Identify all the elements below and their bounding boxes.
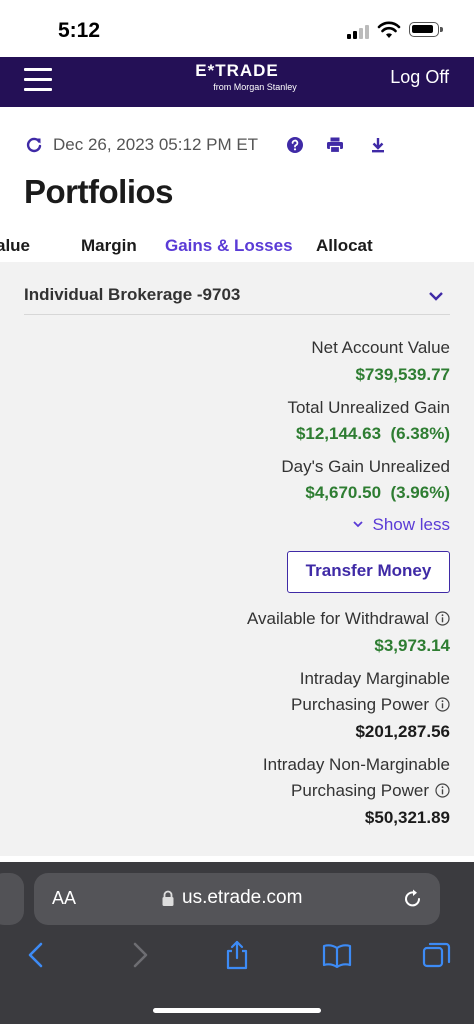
available-withdrawal-row: Available for Withdrawal [247, 609, 450, 629]
battery-icon [409, 22, 443, 37]
text-size-button[interactable]: AA [52, 888, 76, 909]
transfer-money-button[interactable]: Transfer Money [287, 551, 450, 593]
intraday-marginable-value: $201,287.56 [355, 722, 450, 741]
safari-toolbar: AA us.etrade.com [0, 862, 474, 1024]
help-icon[interactable] [286, 136, 304, 154]
cellular-signal-icon [347, 24, 371, 39]
status-time: 5:12 [58, 19, 101, 42]
back-icon[interactable] [22, 940, 52, 970]
bookmarks-icon[interactable] [322, 940, 352, 970]
account-selector[interactable]: Individual Brokerage -9703 [24, 272, 450, 315]
tabs-icon[interactable] [422, 940, 452, 970]
lock-icon [162, 890, 174, 906]
tab-margin[interactable]: Margin [81, 236, 137, 256]
account-summary-panel: Individual Brokerage -9703 Net Account V… [0, 262, 474, 856]
forward-icon[interactable] [124, 940, 154, 970]
safari-nav-row [0, 940, 474, 974]
show-less-label: Show less [372, 515, 450, 534]
page-title: Portfolios [24, 173, 174, 210]
print-icon[interactable] [326, 136, 344, 154]
url-text: us.etrade.com [182, 887, 303, 908]
intraday-marginable-row: Purchasing Power [291, 695, 450, 715]
share-icon[interactable] [222, 940, 252, 970]
home-indicator[interactable] [153, 1008, 321, 1013]
reload-icon[interactable] [402, 888, 424, 910]
total-unrealized-gain-label: Total Unrealized Gain [287, 398, 450, 417]
intraday-marginable-label-line1: Intraday Marginable [299, 669, 450, 688]
intraday-nonmarginable-label-line2: Purchasing Power [291, 781, 429, 800]
account-name: Individual Brokerage -9703 [24, 285, 241, 304]
net-account-value: $739,539.77 [355, 365, 450, 384]
available-withdrawal-label: Available for Withdrawal [246, 609, 429, 628]
days-gain-label: Day's Gain Unrealized [281, 457, 450, 476]
tab-allocation[interactable]: Allocat [316, 236, 373, 256]
net-account-value-label: Net Account Value [311, 338, 450, 357]
info-icon[interactable] [435, 697, 450, 712]
total-unrealized-gain-value: $12,144.63 (6.38%) [295, 424, 450, 443]
app-header: E*TRADE from Morgan Stanley Log Off [0, 57, 474, 107]
log-off-link[interactable]: Log Off [390, 67, 449, 88]
show-less-toggle[interactable]: Show less [352, 515, 450, 535]
chevron-down-icon [352, 521, 363, 528]
wifi-icon [377, 21, 401, 38]
intraday-nonmarginable-label-line1: Intraday Non-Marginable [262, 755, 450, 774]
available-withdrawal-value: $3,973.14 [374, 636, 450, 655]
intraday-nonmarginable-row: Purchasing Power [291, 781, 450, 801]
text-size-label: AA [52, 888, 77, 908]
days-gain-value: $4,670.50 (3.96%) [305, 483, 450, 502]
intraday-marginable-label-line2: Purchasing Power [291, 695, 429, 714]
info-icon[interactable] [435, 783, 450, 798]
status-bar: 5:12 [0, 0, 474, 57]
tab-value[interactable]: alue [0, 236, 30, 256]
address-bar[interactable]: AA us.etrade.com [34, 873, 440, 925]
portfolio-toolbar: Dec 26, 2023 05:12 PM ET [24, 134, 444, 158]
tab-gains-losses[interactable]: Gains & Losses [165, 236, 293, 256]
info-icon[interactable] [435, 611, 450, 626]
intraday-nonmarginable-value: $50,321.89 [364, 808, 450, 827]
refresh-icon[interactable] [24, 135, 44, 155]
download-icon[interactable] [369, 136, 387, 154]
previous-tab-peek[interactable] [0, 873, 24, 925]
as-of-timestamp: Dec 26, 2023 05:12 PM ET [53, 135, 259, 154]
chevron-down-icon [429, 292, 443, 301]
